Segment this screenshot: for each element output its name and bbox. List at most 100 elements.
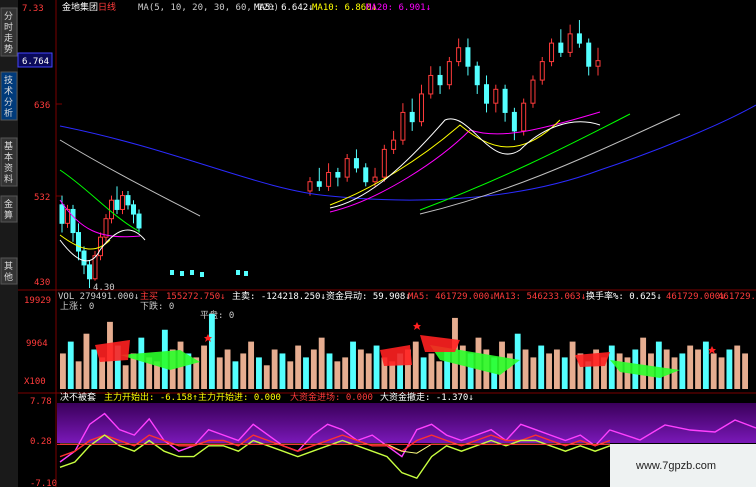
candle-body <box>549 42 555 63</box>
candle-body <box>244 271 248 276</box>
volume-bar <box>420 357 427 389</box>
sidebar-tab-char: 金 <box>4 198 13 210</box>
vol-ma5-readout: MA5: 461729.000↓ <box>408 292 495 302</box>
volume-bar <box>342 357 349 389</box>
volume-bar <box>224 349 231 389</box>
candle-body <box>437 74 443 86</box>
candle-body <box>521 102 527 132</box>
volume-bar <box>295 345 302 389</box>
volume-bar <box>279 353 286 389</box>
indicator-name: 决不被套 <box>60 391 96 403</box>
candle-body <box>372 176 378 183</box>
candle-body <box>558 42 564 53</box>
price-tick-532: 532 <box>34 193 50 203</box>
candle-body <box>236 270 240 275</box>
candle-body <box>109 199 114 220</box>
indicator-item1: 主力开始出: -6.158↑ <box>104 391 198 403</box>
candle-body <box>59 204 65 224</box>
pingpan-readout: 平盘: 0 <box>200 309 234 321</box>
volume-bar <box>83 333 90 389</box>
indicator-item2: 主力开始进: 0.000 <box>198 391 281 403</box>
candle-body <box>381 148 387 178</box>
zijin-readout: 资金异动: 59.908↓ <box>326 290 411 302</box>
vol-tick-unit: X100 <box>24 377 46 387</box>
volume-bar <box>726 349 733 389</box>
candle-body <box>409 111 415 123</box>
candle-body <box>391 139 397 150</box>
volume-bar <box>303 357 309 389</box>
vol-readout: VOL 279491.000↓ <box>58 292 139 302</box>
volume-bar <box>60 353 66 389</box>
candle-body <box>502 88 508 113</box>
candle-body <box>125 195 131 206</box>
ind-tick-top: 7.78 <box>30 397 52 407</box>
volume-bar <box>373 345 380 389</box>
volume-bar <box>310 349 317 389</box>
volume-bar <box>326 353 333 389</box>
volume-bar <box>530 357 537 389</box>
candle-body <box>81 250 87 266</box>
sidebar-tab-char: 算 <box>4 209 13 221</box>
volume-bar <box>357 349 364 389</box>
volume-bar <box>256 357 262 389</box>
volume-bar <box>718 357 725 389</box>
candle-body <box>446 61 452 86</box>
price-tick-430: 430 <box>34 278 50 288</box>
volume-bar <box>67 341 74 389</box>
candle-body <box>76 232 81 252</box>
sidebar-tab-char: 分 <box>4 97 13 108</box>
candle-body <box>567 33 573 53</box>
volume-bar <box>232 361 239 389</box>
volume-bar <box>734 345 741 389</box>
volume-bar <box>710 353 717 389</box>
price-panel[interactable] <box>59 20 756 288</box>
candle-body <box>307 181 313 192</box>
volume-bar <box>679 353 686 389</box>
indicator-item3: 大资金进场: 0.000 <box>290 391 373 403</box>
zhumai-label: 主买 <box>140 290 158 302</box>
volume-cloud-red <box>95 340 130 362</box>
candle-body <box>353 158 359 169</box>
sidebar-tab-char: 分 <box>4 11 13 22</box>
sidebar-tab-char: 走 <box>4 33 13 44</box>
candle-body <box>87 264 92 280</box>
candle-body <box>136 213 142 229</box>
candle-body <box>530 79 536 104</box>
stock-chart[interactable]: 分时走势技术分析基本资料金算其他 6.764 7.33 金地集团日线 MA(5,… <box>0 0 756 487</box>
candle-body <box>316 181 322 187</box>
candle-body <box>576 33 582 44</box>
sidebar-tab-char: 其 <box>4 261 13 272</box>
candle-body <box>344 158 350 178</box>
volume-bar <box>569 341 576 389</box>
sidebar-tab-char: 本 <box>4 151 13 163</box>
candle-body <box>335 171 341 178</box>
turnover-readout: 换手率%: 0.625↓ <box>586 290 662 302</box>
zhumai-value: 155272.750↓ <box>166 292 226 302</box>
vol-tick-mid: 9964 <box>26 339 48 349</box>
sidebar-tab-char: 基 <box>4 140 13 152</box>
candle-body <box>326 171 332 187</box>
volume-panel[interactable] <box>60 313 748 389</box>
volume-bar <box>334 361 341 389</box>
vol-right-readout-2: 461729.000 <box>718 292 756 302</box>
candle-body <box>363 167 369 183</box>
candle-body <box>200 272 204 277</box>
candle-body <box>539 61 545 81</box>
candle-body <box>92 255 98 280</box>
volume-cloud-red <box>380 345 412 366</box>
volume-bar <box>271 349 278 389</box>
candle-body <box>511 111 517 132</box>
volume-bar <box>702 341 709 389</box>
candle-body <box>595 60 601 67</box>
volume-bar <box>695 349 701 389</box>
shangzhang-readout: 上涨: 0 <box>60 301 94 312</box>
sidebar-tab-char: 他 <box>4 271 13 283</box>
candle-body <box>120 195 125 210</box>
sidebar-tab-char: 势 <box>4 43 13 55</box>
candle-body <box>465 47 471 67</box>
volume-star-marker <box>708 346 716 354</box>
volume-bar <box>91 349 98 389</box>
sidebar-tab-char: 析 <box>4 107 13 119</box>
volume-bar <box>138 337 145 389</box>
volume-bar <box>640 337 647 389</box>
